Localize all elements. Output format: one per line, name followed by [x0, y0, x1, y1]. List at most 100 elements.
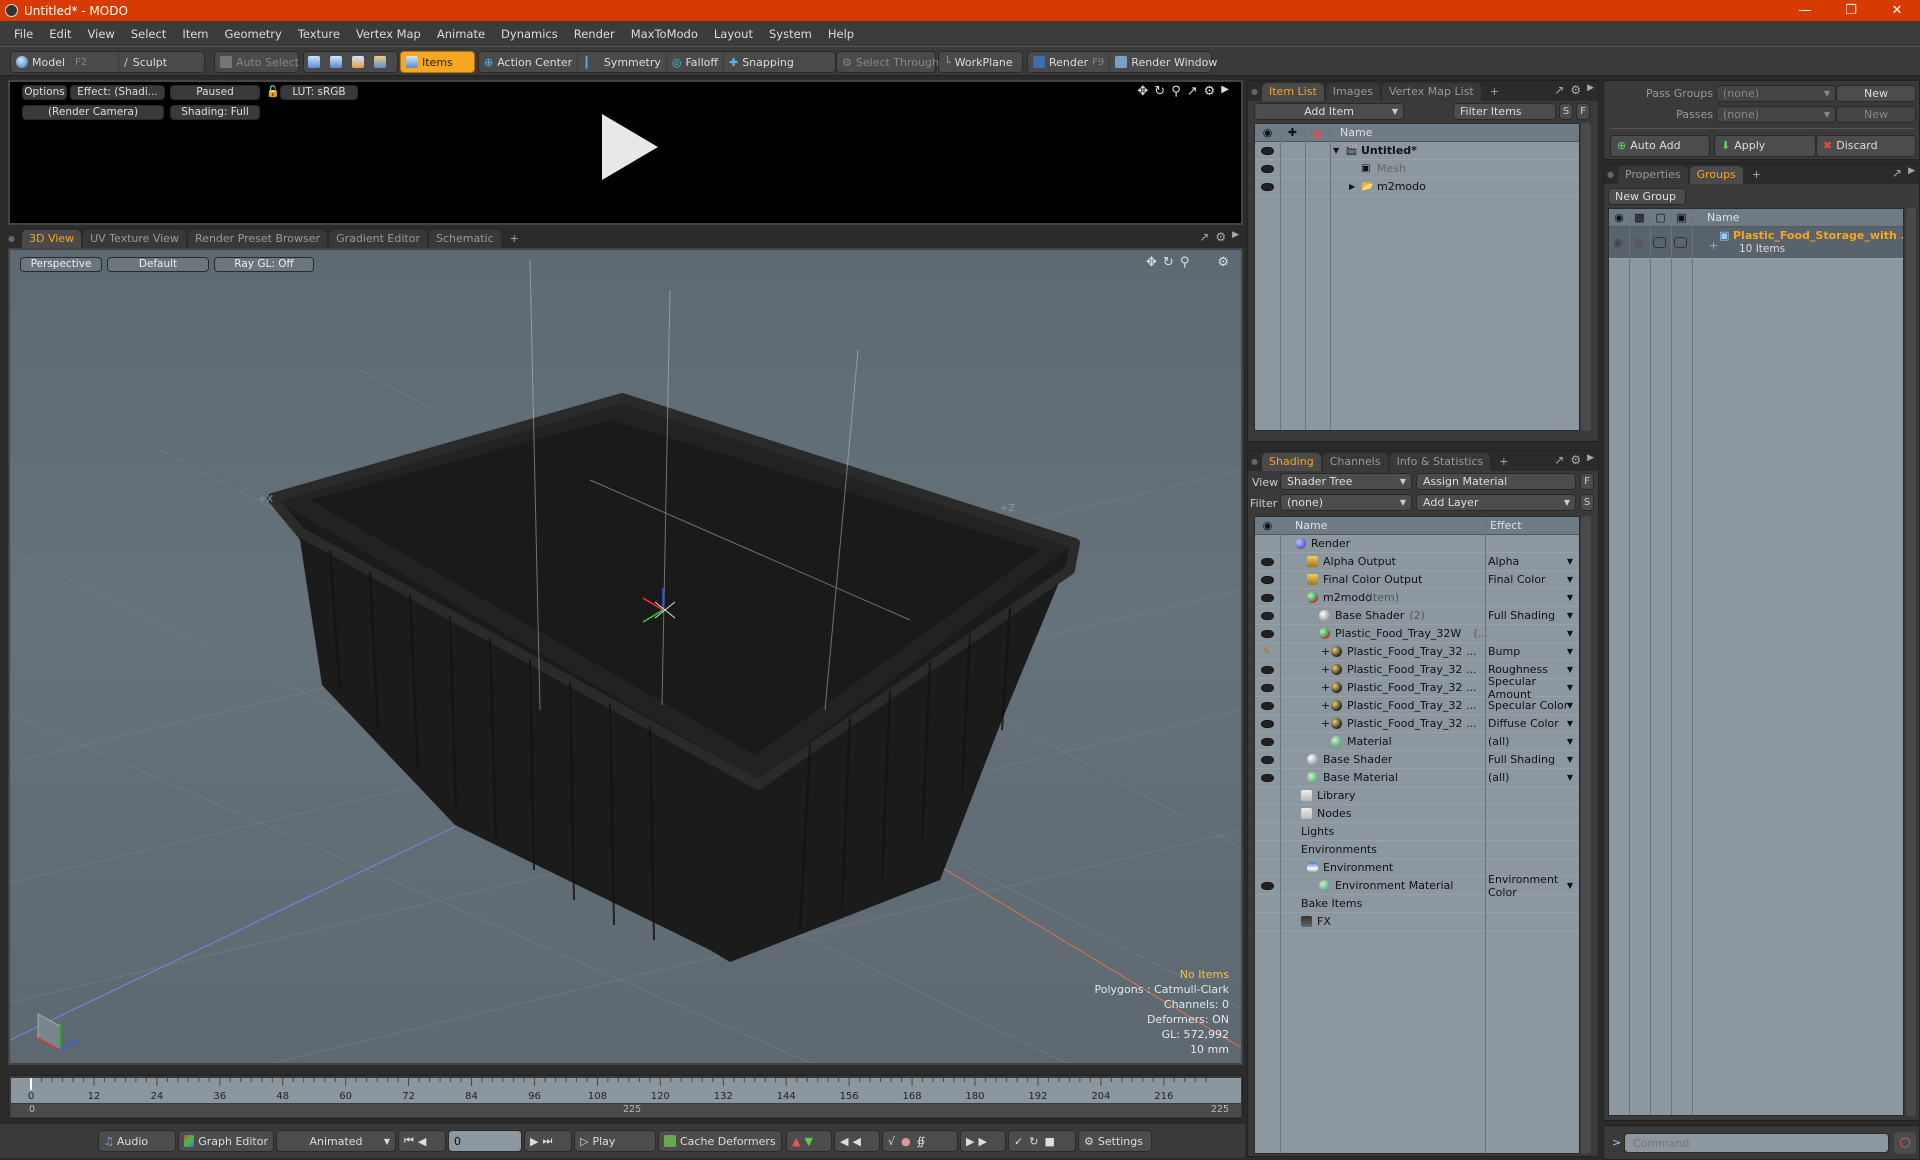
tab-viewport-schematic[interactable]: Schematic [429, 230, 501, 248]
shader-tree[interactable]: ◉ Name Effect Render Alpha Output Alpha ▼ Fi… [1254, 516, 1580, 1154]
effect-value[interactable]: Diffuse Color [1488, 717, 1559, 730]
effect-value[interactable]: Bump [1488, 645, 1520, 658]
passes-dropdown[interactable]: (none) ▼ [1716, 106, 1836, 123]
shader-tree-row[interactable]: Environment Material Environment Color ▼ [1255, 873, 1579, 899]
auto-add-button[interactable]: ⊕ Auto Add [1610, 135, 1710, 157]
lut-dropdown[interactable]: LUT: sRGB [280, 85, 358, 100]
menu-maxtomodo[interactable]: MaxToModo [623, 27, 706, 41]
current-frame-input[interactable]: 0 [448, 1130, 522, 1152]
tab-groups-groups[interactable]: Groups [1689, 166, 1743, 184]
workplane-button[interactable]: └ WorkPlane [938, 51, 1023, 73]
shader-tree-row[interactable]: Base Material (all) ▼ [1255, 769, 1579, 787]
zoom-icon[interactable]: ⚲ [1180, 255, 1190, 270]
snapping-button[interactable]: ✚ Snapping [724, 52, 799, 72]
shader-tree-row[interactable]: Render [1255, 535, 1579, 553]
next-key2-icon[interactable]: ▶ [978, 1135, 986, 1148]
shader-tree-row[interactable]: Nodes [1255, 805, 1579, 823]
effect-dropdown-arrow-icon[interactable]: ▼ [1567, 629, 1573, 638]
effect-dropdown-arrow-icon[interactable]: ▼ [1567, 611, 1573, 620]
tab-viewport-uv-texture-view[interactable]: UV Texture View [83, 230, 187, 248]
action-center-button[interactable]: ⊕ Action Center [479, 52, 579, 72]
timeline-ruler[interactable]: 0 12 24 36 48 60 72 84 96 108 120 132 144 156 168 180 19… [11, 1078, 1241, 1103]
select-column-icon[interactable]: ▣ [1671, 211, 1692, 224]
pass-groups-dropdown[interactable]: (none) ▼ [1716, 85, 1836, 102]
expand-icon[interactable]: + [1321, 699, 1330, 712]
maximize-icon[interactable]: ↗ [1554, 83, 1564, 97]
expand-icon[interactable]: + [1321, 681, 1330, 694]
materials-mode-icon[interactable] [374, 56, 386, 68]
zoom-icon[interactable]: ⚲ [1171, 84, 1181, 99]
record-macro-button[interactable]: ○ [1894, 1132, 1916, 1154]
lock-column-icon[interactable]: ✚ [1280, 126, 1305, 139]
menu-geometry[interactable]: Geometry [217, 27, 290, 41]
shader-tree-scrollbar[interactable] [1581, 516, 1591, 1154]
item-row[interactable]: ▼ 🎬 Untitled* [1255, 142, 1579, 160]
vertices-mode-icon[interactable] [308, 56, 320, 68]
visibility-eye-icon[interactable] [1261, 738, 1274, 746]
groups-list[interactable]: ◉ ▩ ▢ ▣ Name ◉ ▩ + ▣ Plastic_Food_Storag… [1608, 208, 1904, 1116]
shader-tree-row[interactable]: Final Color Output Final Color ▼ [1255, 571, 1579, 589]
lock-toggle[interactable] [1653, 237, 1666, 248]
go-to-start-icon[interactable]: ⏮ [404, 1134, 414, 1148]
effect-value[interactable]: (all) [1488, 735, 1509, 748]
shader-tree-row[interactable]: Material (all) ▼ [1255, 733, 1579, 751]
polygons-mode-icon[interactable] [352, 56, 364, 68]
shader-tree-row[interactable]: ✎ + Plastic_Food_Tray_32 ... Bump ▼ [1255, 643, 1579, 661]
prev-key2-icon[interactable]: ◀ [852, 1135, 860, 1148]
transform-column-icon[interactable]: ▲ [1305, 126, 1330, 139]
expand-icon[interactable]: + [1321, 663, 1330, 676]
tab-items-item-list[interactable]: Item List [1262, 83, 1324, 101]
menu-render[interactable]: Render [566, 27, 623, 41]
visibility-eye-icon[interactable] [1261, 666, 1274, 674]
f-button[interactable]: F [1576, 103, 1590, 120]
shader-tree-row[interactable]: Environments [1255, 841, 1579, 859]
effect-value[interactable]: Final Color [1488, 573, 1546, 586]
play-render-button[interactable] [594, 112, 664, 182]
shader-tree-row[interactable]: + Plastic_Food_Tray_32 ... Specular Amount… [1255, 675, 1579, 701]
menu-help[interactable]: Help [820, 27, 862, 41]
visibility-eye-icon[interactable] [1261, 558, 1274, 566]
new-pass-button[interactable]: New [1836, 106, 1916, 123]
expand-arrow-icon[interactable]: ▶ [1908, 166, 1915, 180]
select-through-button[interactable]: ⚙ Select Through [836, 51, 939, 73]
effect-value[interactable]: (all) [1488, 771, 1509, 784]
add-layer-dropdown[interactable]: Add Layer ▼ [1416, 494, 1576, 511]
maximize-icon[interactable]: ↗ [1187, 84, 1198, 99]
pan-icon[interactable]: ✥ [1146, 255, 1157, 270]
rotate-icon[interactable]: ↻ [1154, 84, 1165, 99]
effect-dropdown-arrow-icon[interactable]: ▼ [1567, 593, 1573, 602]
filter-items-input[interactable]: Filter Items [1453, 103, 1556, 120]
minimize-button[interactable]: — [1782, 3, 1828, 18]
tab-viewport-3d-view[interactable]: 3D View [22, 230, 82, 248]
command-input[interactable] [1624, 1133, 1889, 1153]
menu-vertex-map[interactable]: Vertex Map [348, 27, 429, 41]
render-camera-dropdown[interactable]: (Render Camera) [22, 105, 164, 120]
visibility-eye-icon[interactable] [1261, 630, 1274, 638]
shader-tree-row[interactable]: Library [1255, 787, 1579, 805]
select-toggle[interactable] [1674, 237, 1687, 248]
view-dropdown[interactable]: Shader Tree ▼ [1280, 473, 1412, 490]
name-column-header[interactable]: Name [1692, 211, 1739, 224]
visibility-eye-icon[interactable] [1261, 774, 1274, 782]
visibility-eye-icon[interactable] [1261, 612, 1274, 620]
menu-dynamics[interactable]: Dynamics [493, 27, 566, 41]
maximize-icon[interactable]: ↗ [1554, 453, 1564, 467]
tab-items-vertex-map-list[interactable]: Vertex Map List [1381, 83, 1481, 101]
add-item-dropdown[interactable]: Add Item ▼ [1254, 103, 1404, 120]
new-group-button[interactable]: New Group [1608, 188, 1686, 205]
add-tab-button[interactable]: + [1483, 83, 1506, 101]
effect-value[interactable]: Alpha [1488, 555, 1519, 568]
shader-tree-row[interactable]: Base Shader Full Shading ▼ [1255, 751, 1579, 769]
item-row[interactable]: ▣ Mesh [1255, 160, 1579, 178]
settings-button[interactable]: ⚙ Settings [1078, 1130, 1152, 1152]
effect-dropdown-arrow-icon[interactable]: ▼ [1567, 683, 1573, 692]
expand-arrow-icon[interactable]: ▶ [1587, 453, 1594, 467]
go-to-end-icon[interactable]: ⏭ [542, 1134, 552, 1148]
expand-arrow-icon[interactable]: ▶ [1587, 83, 1594, 97]
visibility-column-icon[interactable]: ◉ [1255, 519, 1280, 532]
name-column-header[interactable]: Name [1330, 126, 1372, 139]
falloff-button[interactable]: ◎ Falloff [667, 52, 724, 72]
filter-dropdown[interactable]: (none) ▼ [1280, 494, 1412, 511]
animated-dropdown[interactable]: Animated ▼ [276, 1130, 396, 1152]
prev-key-icon[interactable]: ◀ [840, 1135, 848, 1148]
